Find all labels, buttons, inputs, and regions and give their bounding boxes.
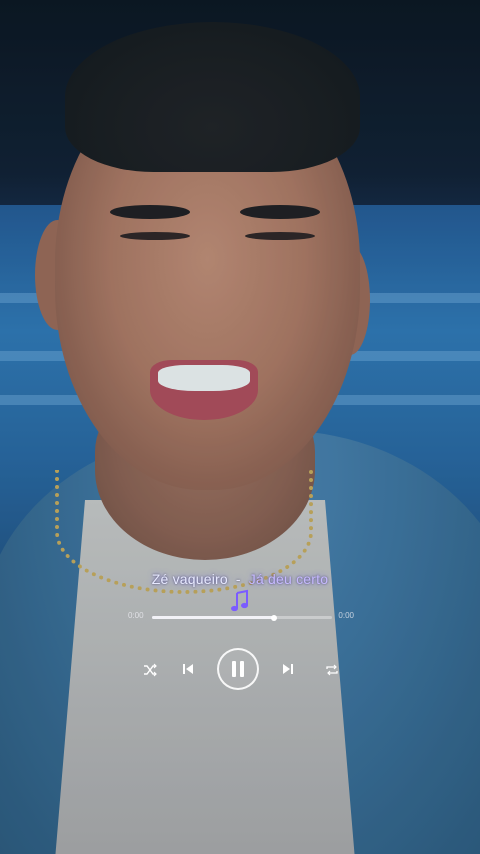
color-overlay [0, 0, 480, 854]
pause-icon [232, 661, 244, 677]
previous-icon [183, 664, 193, 674]
video-background [0, 0, 480, 854]
playback-controls [0, 648, 480, 692]
progress-bar[interactable]: 0:00 0:00 [128, 611, 354, 625]
progress-track[interactable] [152, 614, 332, 621]
artist-name: Zé vaqueiro [151, 571, 228, 587]
song-title: Já deu certo [248, 571, 329, 587]
shuffle-icon [144, 663, 157, 677]
progress-thumb[interactable] [271, 614, 278, 621]
music-player-overlay: Zé vaqueiro - Já deu certo 0:00 0:00 [0, 560, 480, 700]
next-button[interactable] [278, 659, 298, 679]
repeat-icon [326, 664, 338, 676]
repeat-button[interactable] [322, 660, 342, 680]
progress-fill [152, 616, 275, 619]
title-separator: - [235, 571, 241, 587]
pause-button[interactable] [217, 648, 259, 690]
shuffle-button[interactable] [140, 660, 160, 680]
now-playing-title: Zé vaqueiro - Já deu certo [0, 571, 480, 587]
total-time: 0:00 [338, 611, 354, 620]
previous-button[interactable] [178, 659, 198, 679]
current-time: 0:00 [128, 611, 144, 620]
next-icon [283, 664, 293, 674]
